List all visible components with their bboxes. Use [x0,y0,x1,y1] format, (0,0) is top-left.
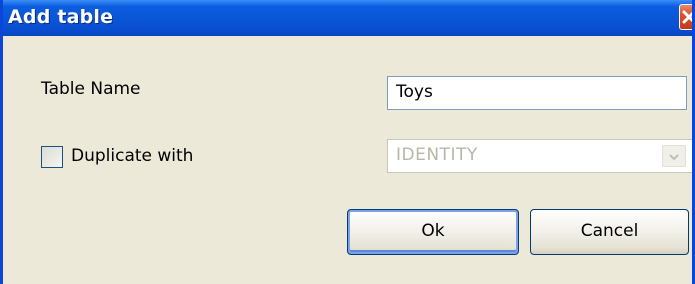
duplicate-label: Duplicate with [71,146,194,166]
window-title: Add table [8,6,114,28]
close-icon [682,10,692,24]
chevron-down-icon [669,154,679,161]
close-button[interactable] [679,4,692,30]
duplicate-checkbox[interactable] [41,146,63,168]
add-table-dialog: Add table Table Name Toys Duplicate with… [0,0,695,284]
table-name-label: Table Name [41,79,141,99]
duplicate-select-value: IDENTITY [396,145,478,165]
duplicate-select[interactable]: IDENTITY [387,139,692,173]
table-name-input[interactable]: Toys [387,76,687,110]
ok-button[interactable]: Ok [347,209,519,255]
dropdown-button[interactable] [662,145,686,167]
title-bar[interactable]: Add table [3,0,692,36]
cancel-button[interactable]: Cancel [530,209,689,255]
